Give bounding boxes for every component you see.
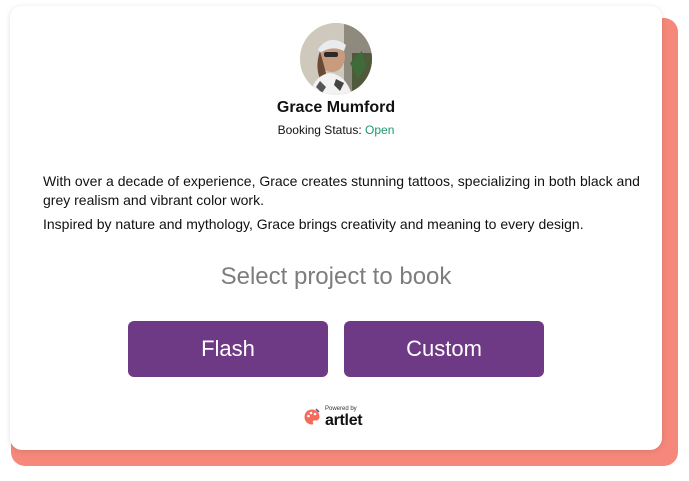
palette-icon: [304, 408, 320, 425]
powered-by-artlet-link[interactable]: Powered by artlet: [303, 404, 363, 430]
powered-by-label: Powered by: [325, 405, 357, 412]
artlet-brand: artlet: [325, 411, 363, 429]
booking-status-value: Open: [365, 123, 395, 137]
artist-name: Grace Mumford: [276, 99, 396, 116]
booking-status: Booking Status: Open: [10, 123, 662, 137]
artist-card: Grace Mumford Booking Status: Open With …: [10, 6, 662, 450]
flash-button[interactable]: Flash: [128, 321, 328, 377]
artist-bio: With over a decade of experience, Grace …: [43, 172, 643, 239]
bio-paragraph: With over a decade of experience, Grace …: [43, 173, 640, 208]
booking-widget: Grace Mumford Booking Status: Open With …: [0, 0, 689, 481]
select-project-heading: Select project to book: [220, 263, 452, 290]
avatar: [300, 23, 372, 95]
custom-button[interactable]: Custom: [344, 321, 544, 377]
booking-status-label: Booking Status:: [277, 123, 362, 137]
bio-paragraph: Inspired by nature and mythology, Grace …: [43, 216, 584, 232]
